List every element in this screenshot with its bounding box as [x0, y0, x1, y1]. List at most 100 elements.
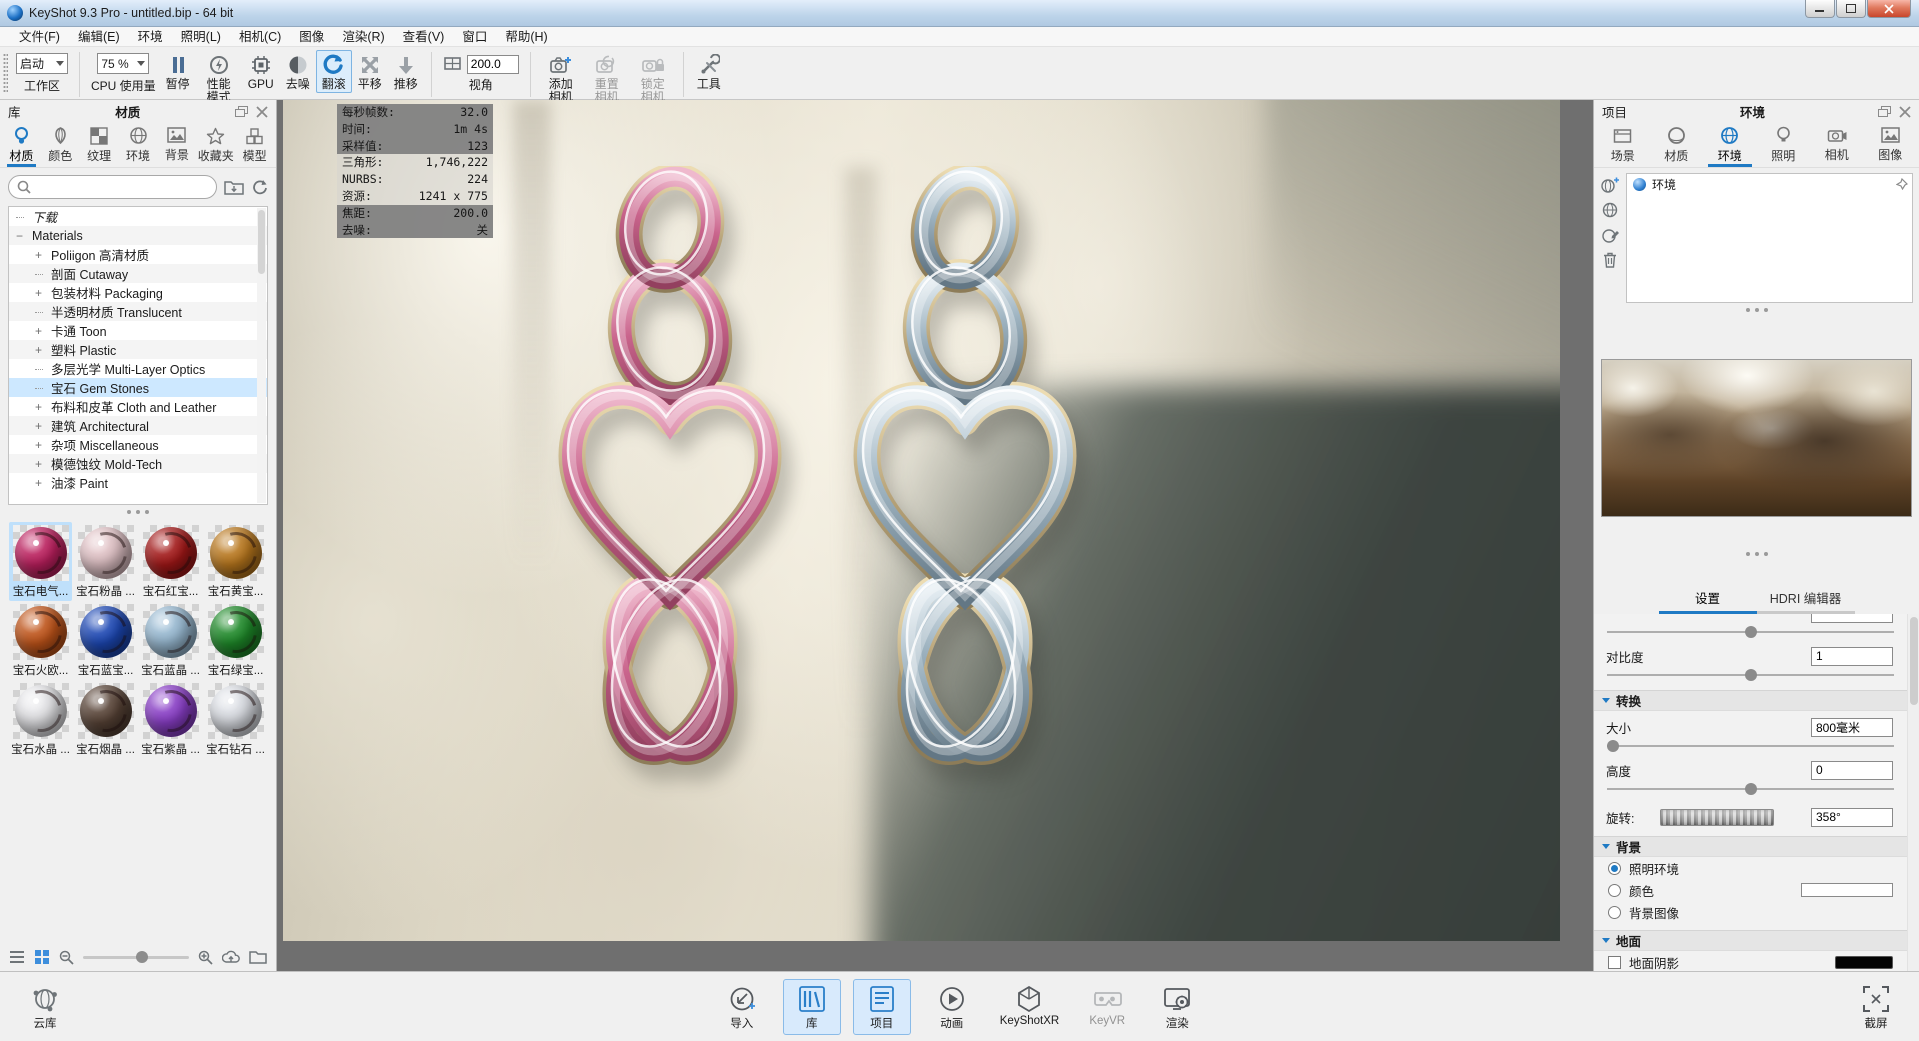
menu-render[interactable]: 渲染(R): [333, 27, 393, 47]
tab-environment[interactable]: 环境: [1703, 123, 1757, 167]
expand-icon[interactable]: +: [35, 400, 51, 414]
slider-handle[interactable]: [1744, 626, 1757, 638]
expand-icon[interactable]: +: [35, 286, 51, 300]
menu-lighting[interactable]: 照明(L): [172, 27, 230, 47]
menu-help[interactable]: 帮助(H): [496, 27, 556, 47]
dolly-button[interactable]: 推移: [388, 50, 424, 93]
material-thumb[interactable]: 宝石蓝晶 ...: [139, 601, 202, 680]
menu-camera[interactable]: 相机(C): [230, 27, 290, 47]
maximize-button[interactable]: [1836, 0, 1866, 18]
project-toggle-button[interactable]: 项目: [852, 978, 911, 1035]
tree-scrollbar[interactable]: [257, 208, 266, 503]
ground-shadow-color-swatch[interactable]: [1835, 955, 1893, 969]
scrollbar-thumb[interactable]: [1910, 617, 1918, 705]
material-thumb[interactable]: 宝石水晶 ...: [9, 680, 72, 759]
import-button[interactable]: 导入: [713, 979, 771, 1035]
tree-item-materials-root[interactable]: − Materials: [9, 226, 267, 245]
reset-camera-button[interactable]: 重置相机: [584, 50, 630, 106]
tree-item-poliigon[interactable]: + Poliigon 高清材质: [9, 245, 267, 264]
rotation-thumbwheel[interactable]: [1660, 808, 1775, 826]
tab-settings[interactable]: 设置: [1658, 588, 1757, 614]
denoise-button[interactable]: 去噪: [280, 50, 316, 93]
tree-item-paint[interactable]: + 油漆 Paint: [9, 473, 267, 492]
float-panel-icon[interactable]: [235, 105, 248, 118]
bg-option-color[interactable]: 颜色: [1594, 879, 1907, 901]
cpu-usage-select[interactable]: 75 %: [97, 53, 150, 74]
tab-scene[interactable]: 场景: [1596, 123, 1650, 167]
thumbnail-zoom-slider[interactable]: [83, 950, 189, 963]
section-ground[interactable]: 地面: [1594, 930, 1907, 951]
tree-item-cloth-leather[interactable]: + 布料和皮革 Cloth and Leather: [9, 397, 267, 416]
material-thumb[interactable]: 宝石蓝宝...: [74, 601, 137, 680]
expand-icon[interactable]: +: [35, 438, 51, 452]
close-panel-icon[interactable]: [1899, 105, 1911, 118]
slider-handle[interactable]: [136, 950, 148, 963]
search-input[interactable]: [36, 180, 208, 194]
tab-backplates[interactable]: 背景: [157, 123, 196, 167]
expand-icon[interactable]: +: [35, 419, 51, 433]
tree-item-translucent[interactable]: 半透明材质 Translucent: [9, 302, 267, 321]
environment-sphere-icon[interactable]: [1602, 202, 1618, 218]
settings-scrollbar[interactable]: [1907, 614, 1919, 971]
screenshot-button[interactable]: 截屏: [1847, 979, 1905, 1035]
material-thumb[interactable]: 宝石紫晶 ...: [139, 680, 202, 759]
close-panel-icon[interactable]: [256, 105, 268, 118]
animation-button[interactable]: 动画: [923, 979, 981, 1035]
material-thumb[interactable]: 宝石电气...: [9, 522, 72, 601]
import-folder-icon[interactable]: [224, 179, 244, 195]
workspace-select[interactable]: 启动: [16, 53, 68, 74]
float-panel-icon[interactable]: [1878, 105, 1891, 118]
search-box[interactable]: [8, 175, 217, 199]
menu-window[interactable]: 窗口: [453, 27, 496, 47]
render-button[interactable]: 渲染: [1148, 979, 1206, 1035]
rotation-input[interactable]: [1811, 807, 1893, 827]
contrast-slider[interactable]: [1607, 668, 1894, 681]
material-thumb[interactable]: 宝石钻石 ...: [204, 680, 267, 759]
tree-item-cutaway[interactable]: 剖面 Cutaway: [9, 264, 267, 283]
tree-item-architectural[interactable]: + 建筑 Architectural: [9, 416, 267, 435]
section-transform[interactable]: 转换: [1594, 690, 1907, 711]
menu-edit[interactable]: 编辑(E): [69, 27, 129, 47]
expand-icon[interactable]: +: [35, 343, 51, 357]
trash-icon[interactable]: [1603, 252, 1617, 268]
list-view-icon[interactable]: [9, 950, 25, 964]
slider-handle[interactable]: [1744, 669, 1757, 681]
tab-colors[interactable]: 颜色: [41, 123, 80, 167]
environment-list-item[interactable]: 环境: [1627, 174, 1912, 195]
pause-button[interactable]: 暂停: [160, 50, 196, 93]
expand-icon[interactable]: +: [35, 248, 51, 262]
tree-item-mold-tech[interactable]: + 模德蚀纹 Mold-Tech: [9, 454, 267, 473]
size-input[interactable]: [1811, 717, 1893, 737]
height-slider[interactable]: [1607, 782, 1894, 795]
collapse-icon[interactable]: −: [16, 229, 32, 243]
bg-option-backplate-image[interactable]: 背景图像: [1594, 901, 1907, 923]
menu-image[interactable]: 图像: [290, 27, 333, 47]
section-background[interactable]: 背景: [1594, 836, 1907, 857]
library-splitter[interactable]: [0, 505, 276, 518]
keyshotxr-button[interactable]: KeyShotXR: [993, 979, 1066, 1035]
zoom-in-icon[interactable]: [198, 950, 213, 965]
material-thumb[interactable]: 宝石烟晶 ...: [74, 680, 137, 759]
pendant-pink[interactable]: [550, 166, 790, 766]
expand-icon[interactable]: +: [35, 476, 51, 490]
bg-option-lighting-environment[interactable]: 照明环境: [1594, 857, 1907, 879]
tab-lighting[interactable]: 照明: [1757, 123, 1811, 167]
add-environment-icon[interactable]: [1601, 177, 1619, 193]
tree-item-multilayer-optics[interactable]: 多层光学 Multi-Layer Optics: [9, 359, 267, 378]
tab-material[interactable]: 材质: [1650, 123, 1704, 167]
gpu-button[interactable]: GPU: [242, 50, 280, 93]
menu-view[interactable]: 查看(V): [394, 27, 454, 47]
material-thumb[interactable]: 宝石绿宝...: [204, 601, 267, 680]
pin-icon[interactable]: [1896, 178, 1908, 190]
expand-icon[interactable]: +: [35, 324, 51, 338]
contrast-input[interactable]: [1811, 646, 1893, 666]
minimize-button[interactable]: [1805, 0, 1835, 18]
tools-button[interactable]: 工具: [691, 50, 727, 93]
cloud-upload-icon[interactable]: [222, 950, 240, 964]
tree-item-downloads[interactable]: 下载: [9, 207, 267, 226]
edit-environment-icon[interactable]: [1601, 227, 1619, 243]
slider-handle[interactable]: [1606, 740, 1619, 752]
tab-materials[interactable]: 材质: [2, 123, 41, 167]
performance-mode-button[interactable]: 性能模式: [196, 50, 242, 106]
project-splitter[interactable]: [1594, 303, 1919, 316]
